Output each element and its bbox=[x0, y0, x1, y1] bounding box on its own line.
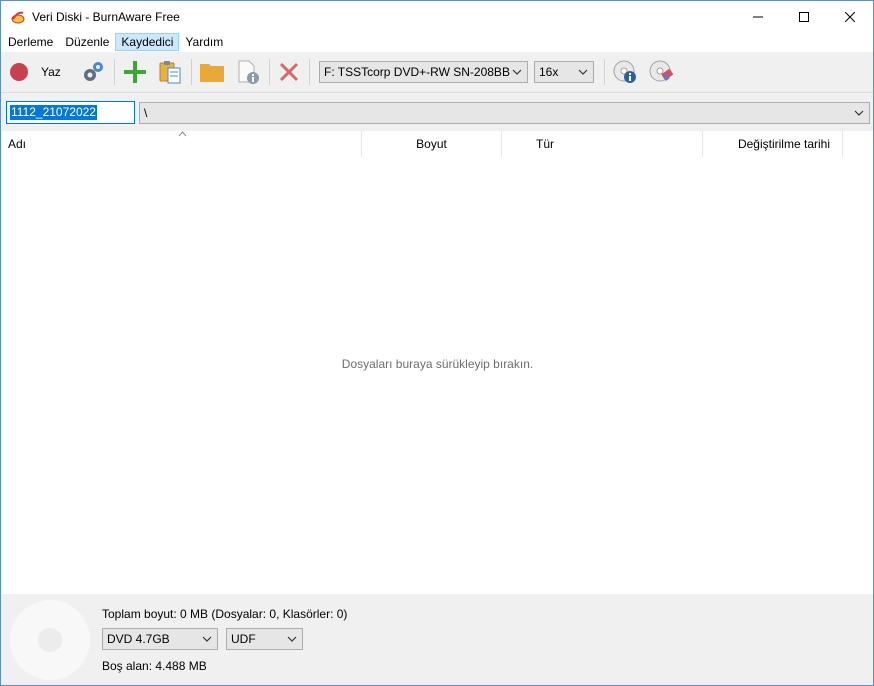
disc-info-button[interactable] bbox=[611, 58, 639, 86]
title-bar: Veri Diski - BurnAware Free bbox=[1, 1, 873, 32]
gears-icon bbox=[84, 62, 103, 81]
chevron-down-icon bbox=[512, 69, 522, 75]
menu-bar: Derleme Düzenle Kaydedici Yardım bbox=[1, 32, 873, 52]
window-title: Veri Diski - BurnAware Free bbox=[32, 9, 180, 24]
free-space-text: Boş alan: 4.488 MB bbox=[102, 659, 207, 673]
erase-disc-button[interactable] bbox=[647, 58, 675, 86]
list-header: Adı Boyut Tür Değiştirilme tarihi bbox=[2, 131, 873, 157]
chevron-down-icon bbox=[202, 636, 212, 642]
column-modified[interactable]: Değiştirilme tarihi bbox=[703, 131, 842, 157]
empty-drop-hint: Dosyaları buraya sürükleyip bırakın. bbox=[341, 357, 534, 371]
folder-icon bbox=[200, 64, 224, 82]
drive-select[interactable]: F: TSSTcorp DVD+-RW SN-208BB bbox=[319, 61, 528, 83]
disc-label-value: 1112_21072022 bbox=[10, 105, 97, 120]
record-icon bbox=[10, 63, 28, 81]
minimize-button[interactable] bbox=[735, 1, 781, 32]
chevron-down-icon bbox=[578, 69, 588, 75]
delete-button[interactable] bbox=[275, 58, 303, 86]
add-files-button[interactable] bbox=[121, 58, 149, 86]
column-type-label: Tür bbox=[536, 137, 554, 151]
speed-select-value: 16x bbox=[539, 65, 559, 79]
disc-erase-icon bbox=[649, 60, 673, 82]
clipboard-icon bbox=[159, 61, 181, 84]
file-list[interactable]: Adı Boyut Tür Değiştirilme tarihi Dosyal… bbox=[2, 131, 873, 594]
app-window: Veri Diski - BurnAware Free Derleme Düze… bbox=[0, 0, 874, 686]
settings-button[interactable] bbox=[79, 58, 107, 86]
column-type[interactable]: Tür bbox=[502, 131, 702, 157]
filesystem-select[interactable]: UDF bbox=[226, 628, 303, 650]
chevron-down-icon bbox=[854, 110, 864, 116]
disc-label-input[interactable]: 1112_21072022 bbox=[6, 101, 135, 124]
column-size-label: Boyut bbox=[416, 137, 447, 151]
write-label: Yaz bbox=[41, 65, 61, 79]
disc-info-icon bbox=[613, 60, 636, 83]
chevron-down-icon bbox=[287, 636, 297, 642]
path-select[interactable]: \ bbox=[139, 102, 870, 124]
path-row: 1112_21072022 \ bbox=[1, 93, 873, 131]
menu-kaydedici[interactable]: Kaydedici bbox=[115, 33, 180, 51]
speed-select[interactable]: 16x bbox=[534, 61, 594, 83]
disc-image bbox=[10, 600, 90, 680]
disc-type-value: DVD 4.7GB bbox=[107, 632, 170, 646]
drive-select-value: F: TSSTcorp DVD+-RW SN-208BB bbox=[324, 65, 510, 79]
filesystem-value: UDF bbox=[231, 632, 256, 646]
menu-yardim[interactable]: Yardım bbox=[179, 33, 229, 51]
paste-button[interactable] bbox=[156, 58, 184, 86]
status-panel: Toplam boyut: 0 MB (Dosyalar: 0, Klasörl… bbox=[2, 594, 873, 685]
properties-button[interactable] bbox=[234, 58, 262, 86]
maximize-button[interactable] bbox=[781, 1, 827, 32]
column-modified-label: Değiştirilme tarihi bbox=[737, 137, 830, 151]
toolbar: Yaz F: TSSTcorp DVD+-RW SN-208BB 16x bbox=[1, 52, 873, 93]
total-size-text: Toplam boyut: 0 MB (Dosyalar: 0, Klasörl… bbox=[102, 607, 348, 621]
write-button[interactable]: Yaz bbox=[9, 58, 69, 86]
menu-derleme[interactable]: Derleme bbox=[2, 33, 59, 51]
column-size[interactable]: Boyut bbox=[362, 131, 501, 157]
delete-x-icon bbox=[279, 62, 299, 82]
column-name-label: Adı bbox=[8, 137, 27, 151]
close-button[interactable] bbox=[827, 1, 873, 32]
file-info-icon bbox=[238, 60, 259, 84]
burnaware-flame-icon bbox=[10, 9, 26, 25]
plus-icon bbox=[124, 61, 146, 83]
new-folder-button[interactable] bbox=[198, 58, 226, 86]
path-select-value: \ bbox=[144, 106, 148, 120]
disc-type-select[interactable]: DVD 4.7GB bbox=[102, 628, 218, 650]
menu-duzenle[interactable]: Düzenle bbox=[59, 33, 115, 51]
column-name[interactable]: Adı bbox=[8, 131, 358, 157]
